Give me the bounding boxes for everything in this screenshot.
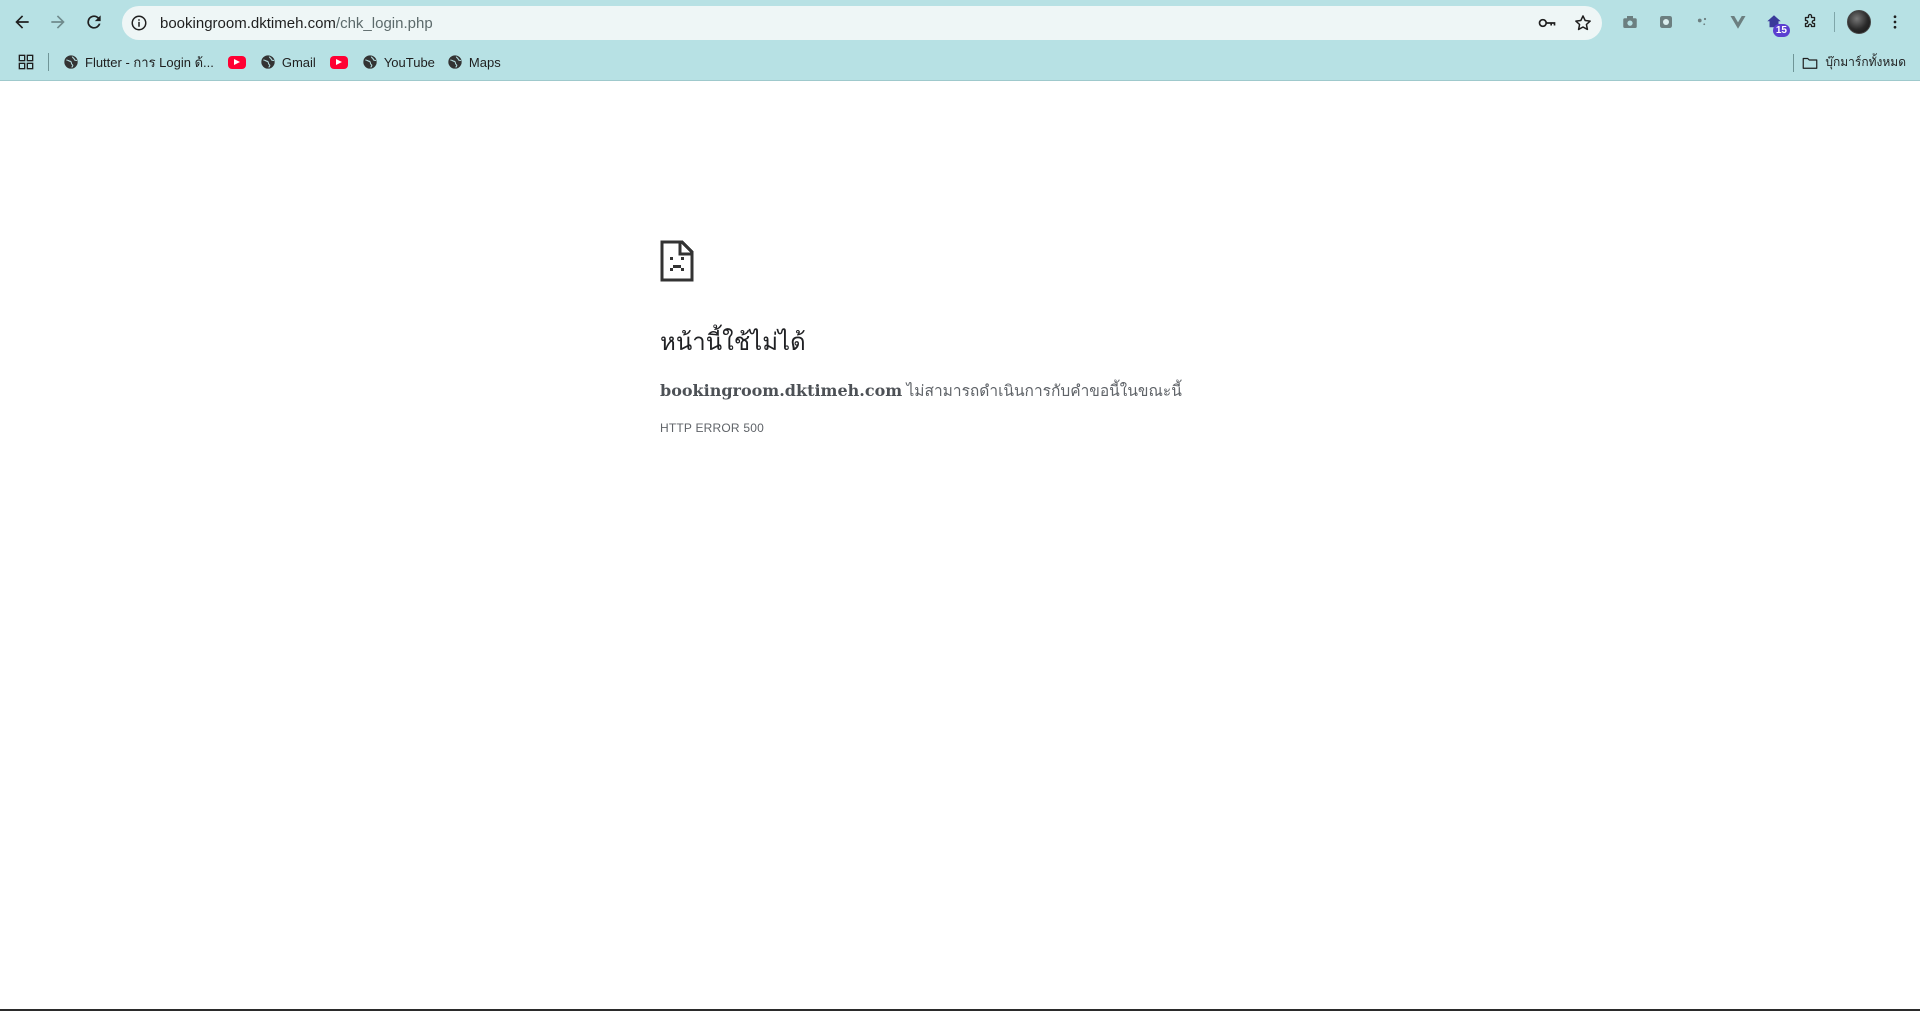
all-bookmarks-label: บุ๊กมาร์กทั้งหมด xyxy=(1825,55,1906,69)
url-host: bookingroom.dktimeh.com xyxy=(160,14,336,32)
kebab-menu-icon xyxy=(1893,15,1897,29)
toolbar-divider xyxy=(1834,12,1835,32)
camera-extension-icon[interactable] xyxy=(1612,4,1648,40)
extensions-puzzle-icon[interactable] xyxy=(1792,4,1828,40)
extensions-area: 15 xyxy=(1612,4,1913,40)
error-page: หน้านี้ใช้ไม่ได้ bookingroom.dktimeh.com… xyxy=(660,240,1360,435)
reload-button[interactable] xyxy=(76,4,112,40)
error-domain: bookingroom.dktimeh.com xyxy=(660,381,903,401)
site-info-icon[interactable] xyxy=(130,14,148,32)
sad-page-icon xyxy=(660,240,694,282)
globe-icon xyxy=(261,55,275,69)
address-bar[interactable]: bookingroom.dktimeh.com/chk_login.php xyxy=(122,6,1602,40)
error-title: หน้านี้ใช้ไม่ได้ xyxy=(660,329,806,356)
globe-icon xyxy=(64,55,78,69)
bookmark-label: Maps xyxy=(468,54,501,70)
arrow-left-icon xyxy=(15,15,29,29)
bookmark-label: YouTube xyxy=(383,54,435,70)
avatar xyxy=(1847,10,1871,34)
extension-badge: 15 xyxy=(1772,24,1790,37)
globe-icon xyxy=(448,55,462,69)
bookmark-flutter[interactable]: Flutter - การ Login ด้... xyxy=(57,48,220,76)
back-button[interactable] xyxy=(4,4,40,40)
sparkle-extension-icon[interactable] xyxy=(1684,4,1720,40)
url-text[interactable]: bookingroom.dktimeh.com/chk_login.php xyxy=(160,15,433,32)
menu-button[interactable] xyxy=(1877,4,1913,40)
bookmark-youtube[interactable]: YouTube xyxy=(356,48,441,76)
bookmark-star-icon[interactable] xyxy=(1572,12,1594,34)
forward-button[interactable] xyxy=(40,4,76,40)
folder-icon xyxy=(1803,57,1818,69)
apps-grid-icon xyxy=(18,54,34,70)
error-message: ไม่สามารถดำเนินการกับคำขอนี้ในขณะนี้ xyxy=(902,383,1182,401)
browser-toolbar: bookingroom.dktimeh.com/chk_login.php 15 xyxy=(0,0,1920,44)
bookmark-label: Gmail xyxy=(281,54,316,70)
all-bookmarks-button[interactable]: บุ๊กมาร์กทั้งหมด xyxy=(1801,44,1906,81)
globe-icon xyxy=(363,55,377,69)
profile-button[interactable] xyxy=(1841,4,1877,40)
bookmarks-bar: Flutter - การ Login ด้... Gmail YouTube … xyxy=(0,44,1920,81)
home-extension-icon[interactable]: 15 xyxy=(1756,4,1792,40)
arrow-right-icon xyxy=(51,15,65,29)
apps-grid-button[interactable] xyxy=(10,48,42,76)
password-key-icon[interactable] xyxy=(1536,12,1558,34)
error-description: bookingroom.dktimeh.com ไม่สามารถดำเนินก… xyxy=(660,380,1360,403)
bookmarks-divider xyxy=(48,53,49,71)
bookmark-gmail[interactable]: Gmail xyxy=(254,48,322,76)
url-path: /chk_login.php xyxy=(335,14,433,32)
youtube-icon[interactable] xyxy=(227,55,246,69)
youtube-icon[interactable] xyxy=(329,55,348,69)
grid-extension-icon[interactable] xyxy=(1648,4,1684,40)
bookmarks-divider-right xyxy=(1793,54,1794,72)
vue-extension-icon[interactable] xyxy=(1720,4,1756,40)
bookmark-maps[interactable]: Maps xyxy=(441,48,507,76)
error-code: HTTP ERROR 500 xyxy=(660,420,764,435)
reload-icon xyxy=(87,15,101,29)
bookmark-label: Flutter - การ Login ด้... xyxy=(85,54,214,70)
